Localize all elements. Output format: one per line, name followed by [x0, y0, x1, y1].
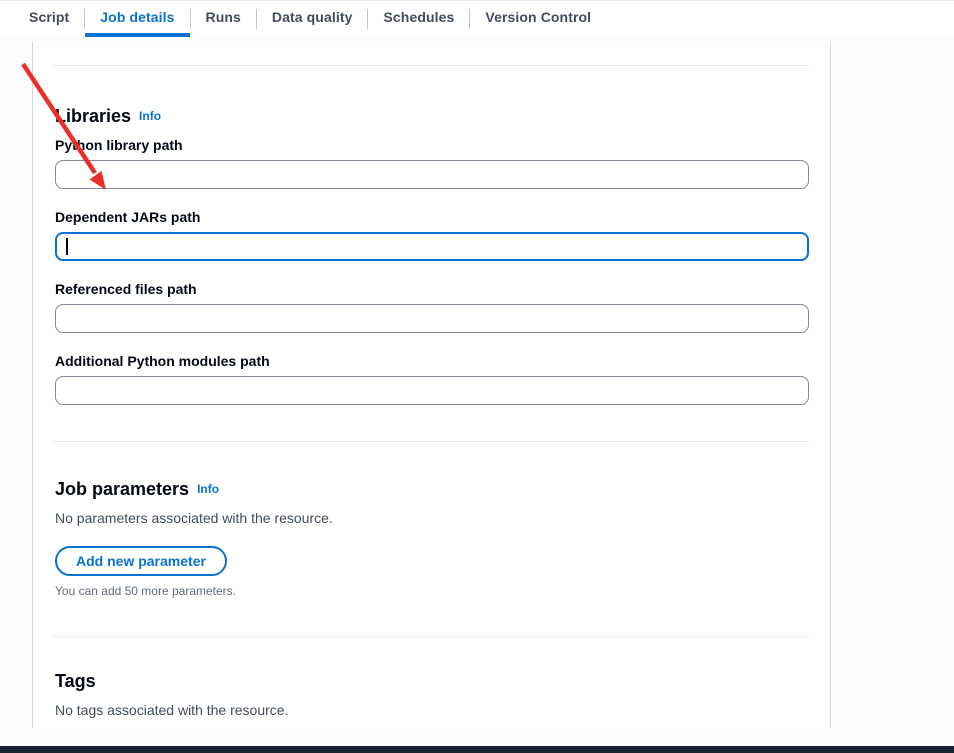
tab-runs[interactable]: Runs [191, 1, 256, 37]
text-cursor [66, 238, 68, 255]
section-divider [53, 65, 809, 66]
tab-bar: Script Job details Runs Data quality Sch… [0, 1, 954, 37]
tab-job-details[interactable]: Job details [85, 1, 189, 37]
job-parameters-info-link[interactable]: Info [197, 482, 219, 496]
libraries-heading: Libraries [55, 105, 131, 127]
libraries-info-link[interactable]: Info [139, 109, 161, 123]
page-bottom-gap [0, 728, 954, 746]
tags-empty-text: No tags associated with the resource. [55, 700, 809, 720]
section-divider [53, 441, 809, 442]
tab-data-quality[interactable]: Data quality [257, 1, 368, 37]
tab-version-control[interactable]: Version Control [470, 1, 606, 37]
libraries-section-header: Libraries Info [55, 105, 809, 127]
job-details-panel: Libraries Info Python library path Depend… [32, 42, 831, 728]
dependent-jars-path-input[interactable] [55, 232, 809, 261]
job-parameters-empty-text: No parameters associated with the resour… [55, 508, 809, 528]
python-library-path-label: Python library path [55, 136, 809, 154]
tags-section-header: Tags [55, 670, 809, 692]
python-library-path-input[interactable] [55, 160, 809, 189]
add-new-parameter-button[interactable]: Add new parameter [55, 546, 227, 576]
console-footer-bar [0, 746, 954, 753]
referenced-files-path-label: Referenced files path [55, 280, 809, 298]
job-parameters-heading: Job parameters [55, 478, 189, 500]
referenced-files-path-input[interactable] [55, 304, 809, 333]
tags-heading: Tags [55, 670, 96, 692]
job-parameters-helper-text: You can add 50 more parameters. [55, 584, 809, 598]
dependent-jars-path-label: Dependent JARs path [55, 208, 809, 226]
tab-script[interactable]: Script [14, 1, 84, 37]
additional-python-modules-path-input[interactable] [55, 376, 809, 405]
tab-schedules[interactable]: Schedules [368, 1, 469, 37]
additional-python-modules-path-label: Additional Python modules path [55, 352, 809, 370]
section-divider [53, 636, 809, 637]
job-parameters-section-header: Job parameters Info [55, 478, 809, 500]
